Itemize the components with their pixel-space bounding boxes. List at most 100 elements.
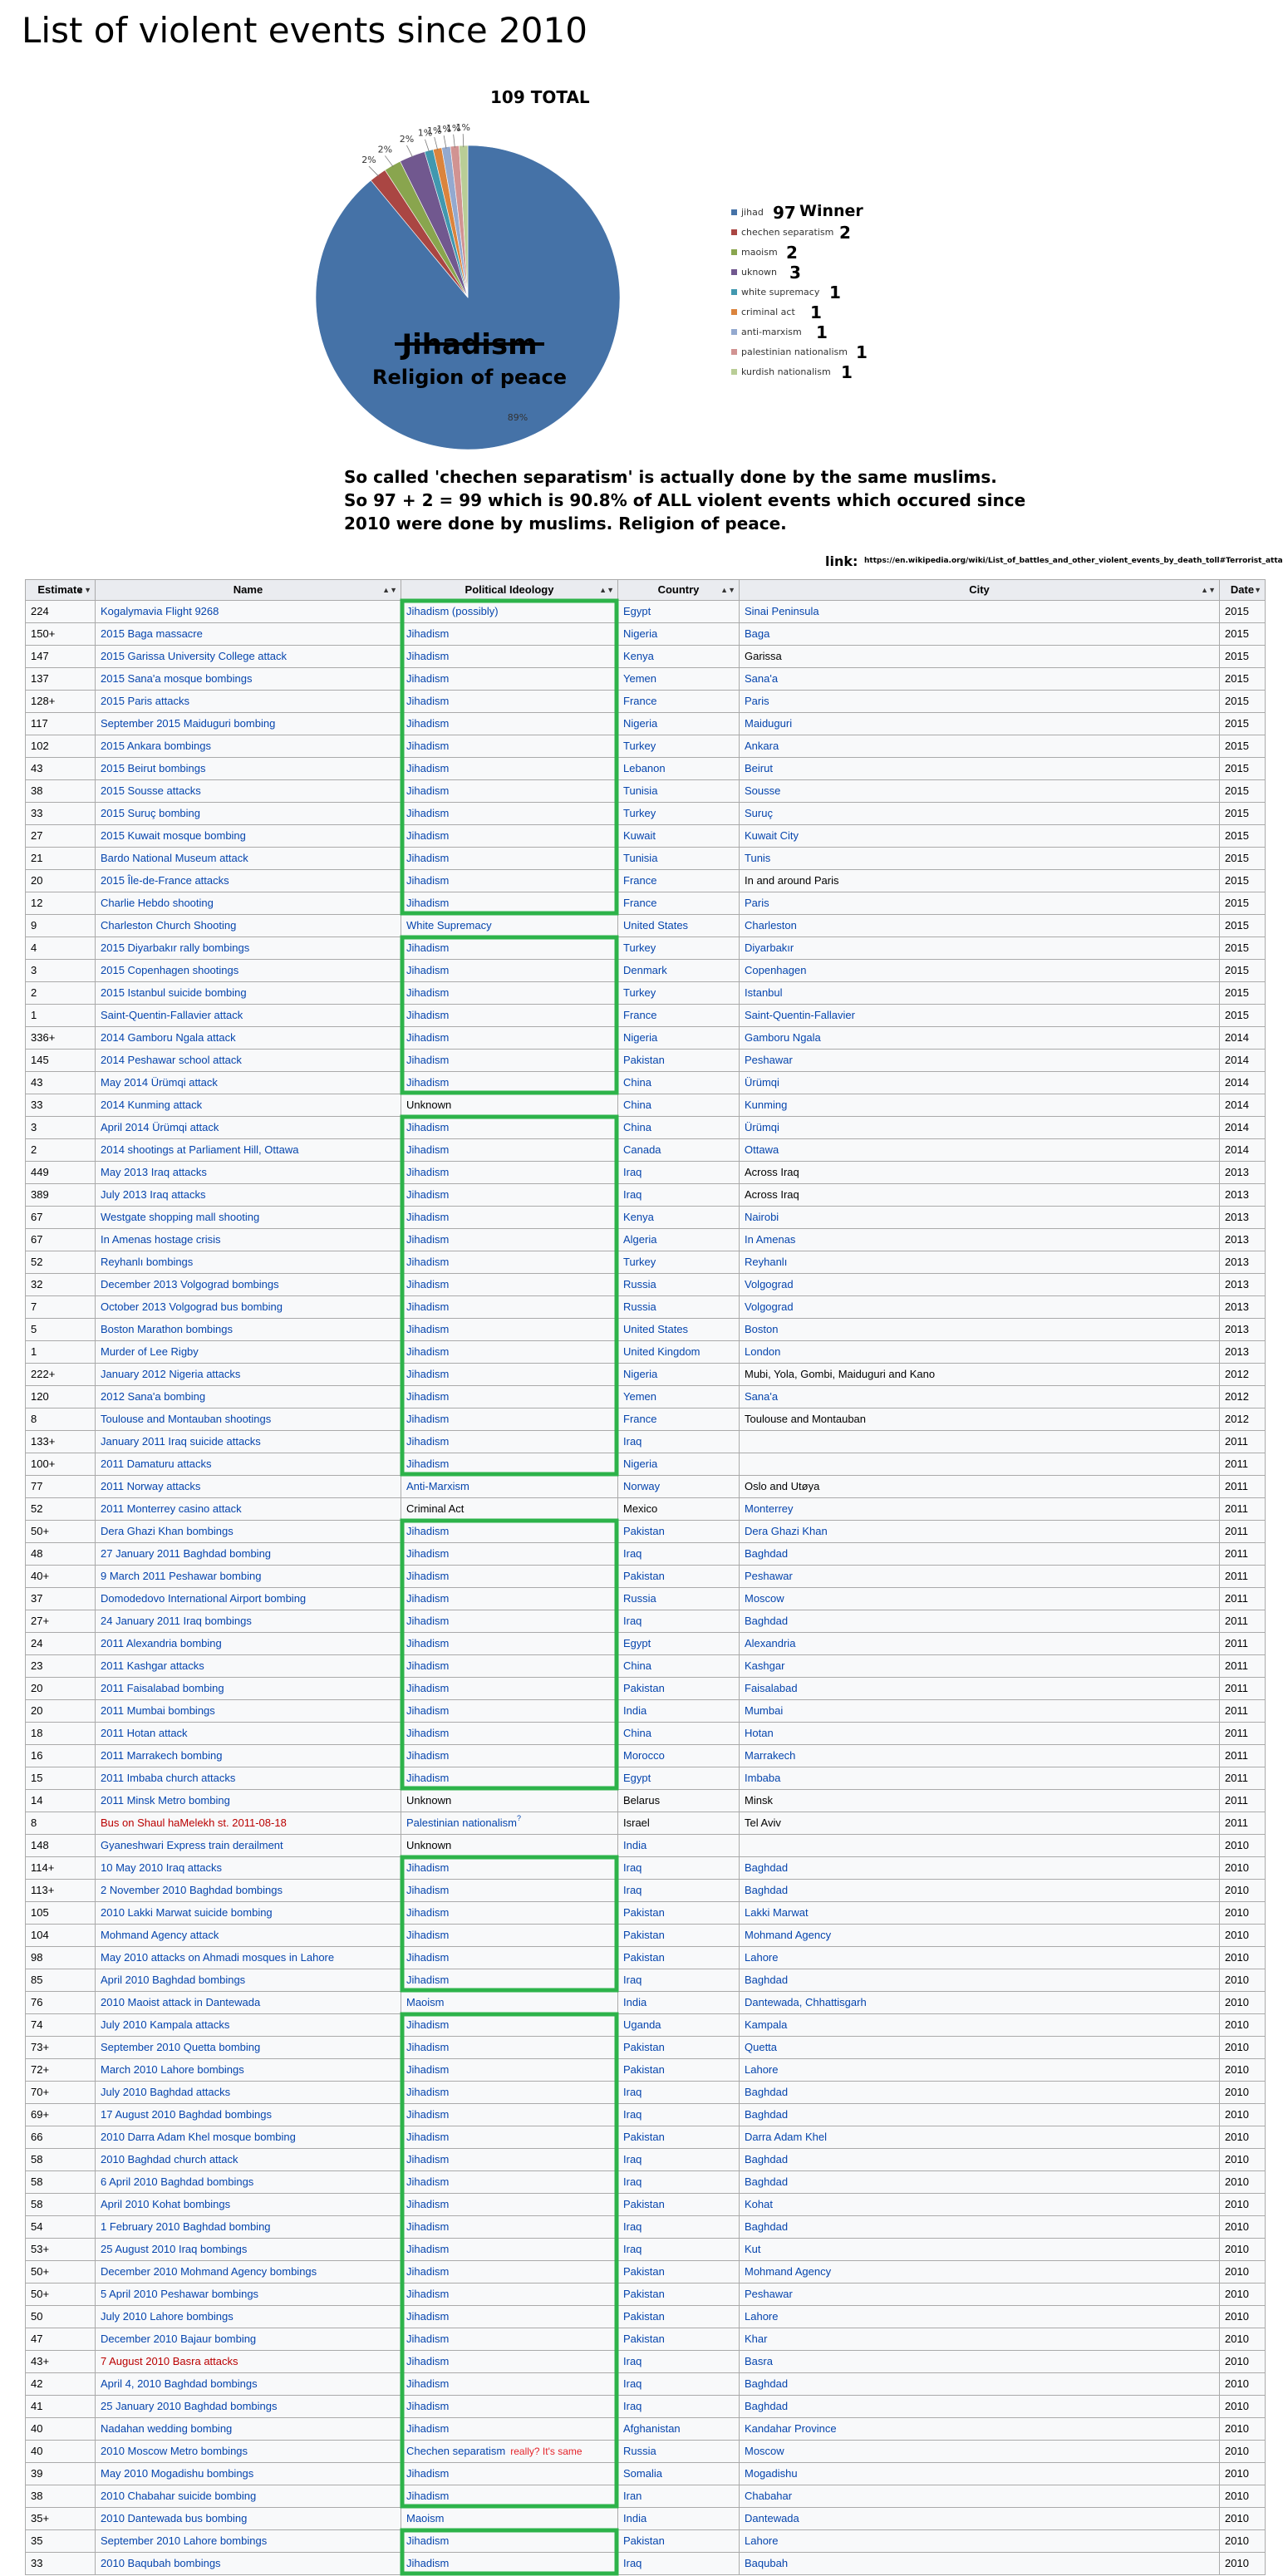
name-text[interactable]: April 2014 Ürümqi attack	[101, 1121, 219, 1133]
cell-name[interactable]: Boston Marathon bombings	[95, 1318, 401, 1341]
cell-name[interactable]: Charlie Hebdo shooting	[95, 892, 401, 915]
cell-city[interactable]: Kashgar	[739, 1654, 1220, 1678]
cell-country[interactable]: China	[617, 1071, 740, 1094]
ideology-text[interactable]: Jihadism	[406, 1413, 449, 1425]
city-text[interactable]: Chabahar	[745, 2490, 792, 2502]
cell-country[interactable]: China	[617, 1654, 740, 1678]
name-text[interactable]: 2015 Suruç bombing	[101, 807, 200, 819]
cell-country[interactable]: Norway	[617, 1475, 740, 1498]
cell-country[interactable]: India	[617, 1834, 740, 1857]
cell-name[interactable]: May 2014 Ürümqi attack	[95, 1071, 401, 1094]
cell-name[interactable]: January 2011 Iraq suicide attacks	[95, 1430, 401, 1453]
ideology-text[interactable]: Jihadism	[406, 1682, 449, 1694]
country-text[interactable]: Nigeria	[623, 1031, 657, 1044]
cell-city[interactable]: Mumbai	[739, 1699, 1220, 1723]
cell-country[interactable]: Algeria	[617, 1228, 740, 1251]
cell-ideology[interactable]: Jihadism	[401, 1318, 618, 1341]
cell-city[interactable]: Imbaba	[739, 1767, 1220, 1790]
cell-city[interactable]: Lahore	[739, 1946, 1220, 1969]
ideology-text[interactable]: Jihadism	[406, 2557, 449, 2569]
name-text[interactable]: April 4, 2010 Baghdad bombings	[101, 2377, 258, 2390]
ideology-text[interactable]: Jihadism	[406, 1570, 449, 1582]
country-text[interactable]: France	[623, 695, 656, 707]
cell-country[interactable]: Russia	[617, 2440, 740, 2463]
name-text[interactable]: 5 April 2010 Peshawar bombings	[101, 2288, 258, 2300]
city-text[interactable]: Diyarbakır	[745, 941, 794, 954]
country-text[interactable]: Pakistan	[623, 2310, 665, 2323]
cell-city[interactable]: Dantewada, Chhattisgarh	[739, 1991, 1220, 2014]
cell-country[interactable]: Pakistan	[617, 1565, 740, 1588]
cell-city[interactable]: Maiduguri	[739, 712, 1220, 735]
cell-ideology[interactable]: Anti-Marxism	[401, 1475, 618, 1498]
header-ideology[interactable]: Political Ideology ▲▼	[401, 579, 618, 601]
ideology-text[interactable]: Jihadism	[406, 1233, 449, 1246]
ideology-text[interactable]: Jihadism	[406, 740, 449, 752]
ideology-text[interactable]: Jihadism	[406, 1727, 449, 1739]
cell-country[interactable]: Pakistan	[617, 2260, 740, 2283]
city-text[interactable]: Ankara	[745, 740, 779, 752]
name-text[interactable]: Mohmand Agency attack	[101, 1929, 219, 1941]
cell-country[interactable]: Iraq	[617, 2350, 740, 2373]
cell-ideology[interactable]: Jihadism	[401, 1049, 618, 1072]
ideology-text[interactable]: Jihadism	[406, 2108, 449, 2121]
name-text[interactable]: Murder of Lee Rigby	[101, 1345, 199, 1358]
ideology-text[interactable]: Jihadism	[406, 1906, 449, 1919]
cell-country[interactable]: United States	[617, 1318, 740, 1341]
city-text[interactable]: Kuwait City	[745, 829, 799, 842]
city-text[interactable]: Charleston	[745, 919, 797, 932]
country-text[interactable]: China	[623, 1727, 651, 1739]
city-text[interactable]: Imbaba	[745, 1772, 780, 1784]
ideology-text[interactable]: Jihadism	[406, 2355, 449, 2367]
country-text[interactable]: Iraq	[623, 1861, 642, 1874]
city-text[interactable]: Baghdad	[745, 1884, 788, 1896]
cell-name[interactable]: September 2010 Quetta bombing	[95, 2036, 401, 2059]
name-text[interactable]: 2011 Norway attacks	[101, 1480, 200, 1492]
cell-city[interactable]: Gamboru Ngala	[739, 1026, 1220, 1050]
cell-name[interactable]: 2011 Hotan attack	[95, 1722, 401, 1745]
country-text[interactable]: Iraq	[623, 1884, 642, 1896]
cell-country[interactable]: India	[617, 1699, 740, 1723]
cell-ideology[interactable]: Jihadism	[401, 1340, 618, 1364]
cell-ideology[interactable]: Jihadism	[401, 2081, 618, 2104]
cell-ideology[interactable]: Jihadism	[401, 2328, 618, 2351]
cell-ideology[interactable]: Jihadism	[401, 1453, 618, 1476]
ideology-text[interactable]: Jihadism	[406, 897, 449, 909]
city-text[interactable]: Kampala	[745, 2018, 787, 2031]
cell-country[interactable]: China	[617, 1116, 740, 1139]
cell-ideology[interactable]: Jihadism	[401, 1610, 618, 1633]
cell-country[interactable]: Pakistan	[617, 1924, 740, 1947]
cell-name[interactable]: Bardo National Museum attack	[95, 847, 401, 870]
cell-country[interactable]: Turkey	[617, 802, 740, 825]
cell-city[interactable]: Sinai Peninsula	[739, 600, 1220, 623]
country-text[interactable]: Iraq	[623, 1435, 642, 1448]
city-text[interactable]: Ottawa	[745, 1143, 779, 1156]
city-text[interactable]: Baga	[745, 627, 769, 640]
city-text[interactable]: Sana'a	[745, 672, 778, 685]
name-text[interactable]: December 2013 Volgograd bombings	[101, 1278, 279, 1290]
footnote-mark[interactable]: ?	[517, 1814, 521, 1822]
name-text[interactable]: 2011 Mumbai bombings	[101, 1704, 215, 1717]
cell-country[interactable]: China	[617, 1094, 740, 1117]
cell-name[interactable]: January 2012 Nigeria attacks	[95, 1363, 401, 1386]
ideology-text[interactable]: Jihadism	[406, 1772, 449, 1784]
city-text[interactable]: Tunis	[745, 852, 770, 864]
cell-ideology[interactable]: Jihadism	[401, 1677, 618, 1700]
ideology-text[interactable]: Jihadism	[406, 1188, 449, 1201]
city-text[interactable]: Moscow	[745, 1592, 784, 1605]
cell-ideology[interactable]: Jihadism	[401, 2215, 618, 2239]
ideology-text[interactable]: Jihadism	[406, 762, 449, 774]
cell-country[interactable]: Pakistan	[617, 1520, 740, 1543]
name-text[interactable]: Domodedovo International Airport bombing	[101, 1592, 306, 1605]
name-text[interactable]: Bus on Shaul haMelekh st. 2011-08-18	[101, 1816, 287, 1829]
cell-name[interactable]: 25 August 2010 Iraq bombings	[95, 2238, 401, 2261]
cell-ideology[interactable]: Jihadism	[401, 2170, 618, 2194]
cell-country[interactable]: Iraq	[617, 2238, 740, 2261]
city-text[interactable]: Peshawar	[745, 1570, 793, 1582]
ideology-text[interactable]: Jihadism	[406, 852, 449, 864]
ideology-text[interactable]: Jihadism	[406, 1076, 449, 1089]
country-text[interactable]: Iraq	[623, 1188, 642, 1201]
cell-city[interactable]: Monterrey	[739, 1497, 1220, 1521]
cell-name[interactable]: 2011 Damaturu attacks	[95, 1453, 401, 1476]
cell-ideology[interactable]: Jihadism	[401, 2305, 618, 2328]
cell-country[interactable]: Iraq	[617, 2215, 740, 2239]
